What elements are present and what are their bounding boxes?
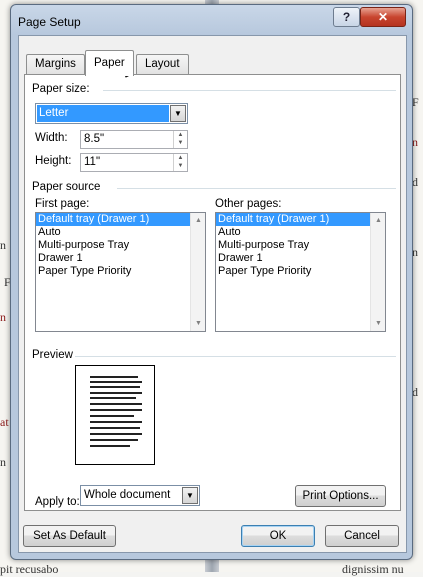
print-options-button[interactable]: Print Options... <box>295 485 386 507</box>
dialog-client: Margins Paper Layout Paper size: Letter … <box>18 35 407 553</box>
spin-up-icon[interactable]: ▲ <box>174 131 187 139</box>
spin-down-icon[interactable]: ▼ <box>174 162 187 170</box>
apply-to-label: Apply to: <box>35 496 80 508</box>
preview-line <box>90 397 136 399</box>
help-icon: ? <box>342 10 351 24</box>
preview-line <box>90 409 142 411</box>
first-page-label: First page: <box>35 198 90 210</box>
first-page-scrollbar[interactable]: ▲ ▼ <box>190 213 205 331</box>
page-preview <box>75 365 155 465</box>
preview-line <box>90 403 142 405</box>
first-page-listbox[interactable]: Default tray (Drawer 1) Auto Multi-purpo… <box>35 212 206 332</box>
tab-label: Margins <box>35 58 76 70</box>
list-item[interactable]: Default tray (Drawer 1) <box>216 213 385 226</box>
height-stepper[interactable]: 11" ▲ ▼ <box>80 153 188 172</box>
preview-line <box>90 445 130 447</box>
doc-fragment: at <box>0 415 9 429</box>
paper-tab-panel: Paper size: Letter ▼ Width: 8.5" ▲ ▼ Heig… <box>24 74 401 511</box>
list-item[interactable]: Multi-purpose Tray <box>36 239 205 252</box>
page-setup-dialog: Page Setup ? ✕ Margins Paper Layout Pape… <box>10 4 413 560</box>
close-icon: ✕ <box>377 10 389 24</box>
width-label: Width: <box>35 132 68 144</box>
button-label: Set As Default <box>33 530 106 542</box>
doc-fragment: n <box>0 310 6 324</box>
height-value: 11" <box>84 156 101 168</box>
paper-size-select[interactable]: Letter ▼ <box>35 103 188 124</box>
separator <box>103 90 396 91</box>
list-item[interactable]: Multi-purpose Tray <box>216 239 385 252</box>
scroll-up-icon[interactable]: ▲ <box>191 213 206 228</box>
height-spin-buttons[interactable]: ▲ ▼ <box>173 154 187 171</box>
width-spin-buttons[interactable]: ▲ ▼ <box>173 131 187 148</box>
paper-source-label: Paper source <box>32 181 101 193</box>
width-value: 8.5" <box>84 133 105 145</box>
preview-line <box>90 421 142 423</box>
preview-line <box>90 433 142 435</box>
preview-line <box>90 415 134 417</box>
chevron-down-icon[interactable]: ▼ <box>170 105 186 122</box>
scroll-up-icon[interactable]: ▲ <box>371 213 386 228</box>
set-as-default-button[interactable]: Set As Default <box>23 525 116 547</box>
tab-label: Layout <box>145 58 180 70</box>
chevron-down-icon[interactable]: ▼ <box>182 487 198 504</box>
preview-line <box>90 427 140 429</box>
list-item[interactable]: Drawer 1 <box>216 252 385 265</box>
help-button[interactable]: ? <box>333 7 360 27</box>
preview-label: Preview <box>32 349 73 361</box>
scroll-down-icon[interactable]: ▼ <box>191 316 206 331</box>
preview-line <box>90 392 142 394</box>
other-pages-scrollbar[interactable]: ▲ ▼ <box>370 213 385 331</box>
doc-fragment: pit recusabo <box>0 562 59 576</box>
list-item[interactable]: Paper Type Priority <box>36 265 205 278</box>
ok-button[interactable]: OK <box>241 525 315 547</box>
preview-line <box>90 439 138 441</box>
title-bar[interactable]: Page Setup ? ✕ <box>11 5 412 35</box>
close-button[interactable]: ✕ <box>360 7 406 27</box>
doc-fragment: n <box>0 455 6 469</box>
width-stepper[interactable]: 8.5" ▲ ▼ <box>80 130 188 149</box>
list-item[interactable]: Default tray (Drawer 1) <box>36 213 205 226</box>
dialog-title: Page Setup <box>18 15 81 29</box>
tab-label: Paper <box>94 57 125 69</box>
doc-fragment: dignissim nu <box>342 562 404 576</box>
tab-paper[interactable]: Paper <box>85 50 134 76</box>
list-item[interactable]: Auto <box>36 226 205 239</box>
tab-margins[interactable]: Margins <box>26 54 85 75</box>
preview-line <box>90 386 140 388</box>
separator <box>117 188 396 189</box>
paper-size-value: Letter <box>37 105 169 122</box>
preview-line <box>90 376 138 378</box>
doc-fragment: n <box>0 238 6 252</box>
tab-layout[interactable]: Layout <box>136 54 189 75</box>
list-item[interactable]: Auto <box>216 226 385 239</box>
paper-size-label: Paper size: <box>32 83 90 95</box>
spin-up-icon[interactable]: ▲ <box>174 154 187 162</box>
cancel-button[interactable]: Cancel <box>325 525 399 547</box>
list-item[interactable]: Paper Type Priority <box>216 265 385 278</box>
spin-down-icon[interactable]: ▼ <box>174 139 187 147</box>
apply-to-select[interactable]: Whole document ▼ <box>80 485 200 506</box>
scroll-down-icon[interactable]: ▼ <box>371 316 386 331</box>
other-pages-listbox[interactable]: Default tray (Drawer 1) Auto Multi-purpo… <box>215 212 386 332</box>
list-item[interactable]: Drawer 1 <box>36 252 205 265</box>
apply-to-value: Whole document <box>84 489 171 501</box>
separator <box>75 356 396 357</box>
other-pages-label: Other pages: <box>215 198 282 210</box>
doc-fragment: F <box>412 95 419 109</box>
preview-line <box>90 381 142 383</box>
height-label: Height: <box>35 155 72 167</box>
